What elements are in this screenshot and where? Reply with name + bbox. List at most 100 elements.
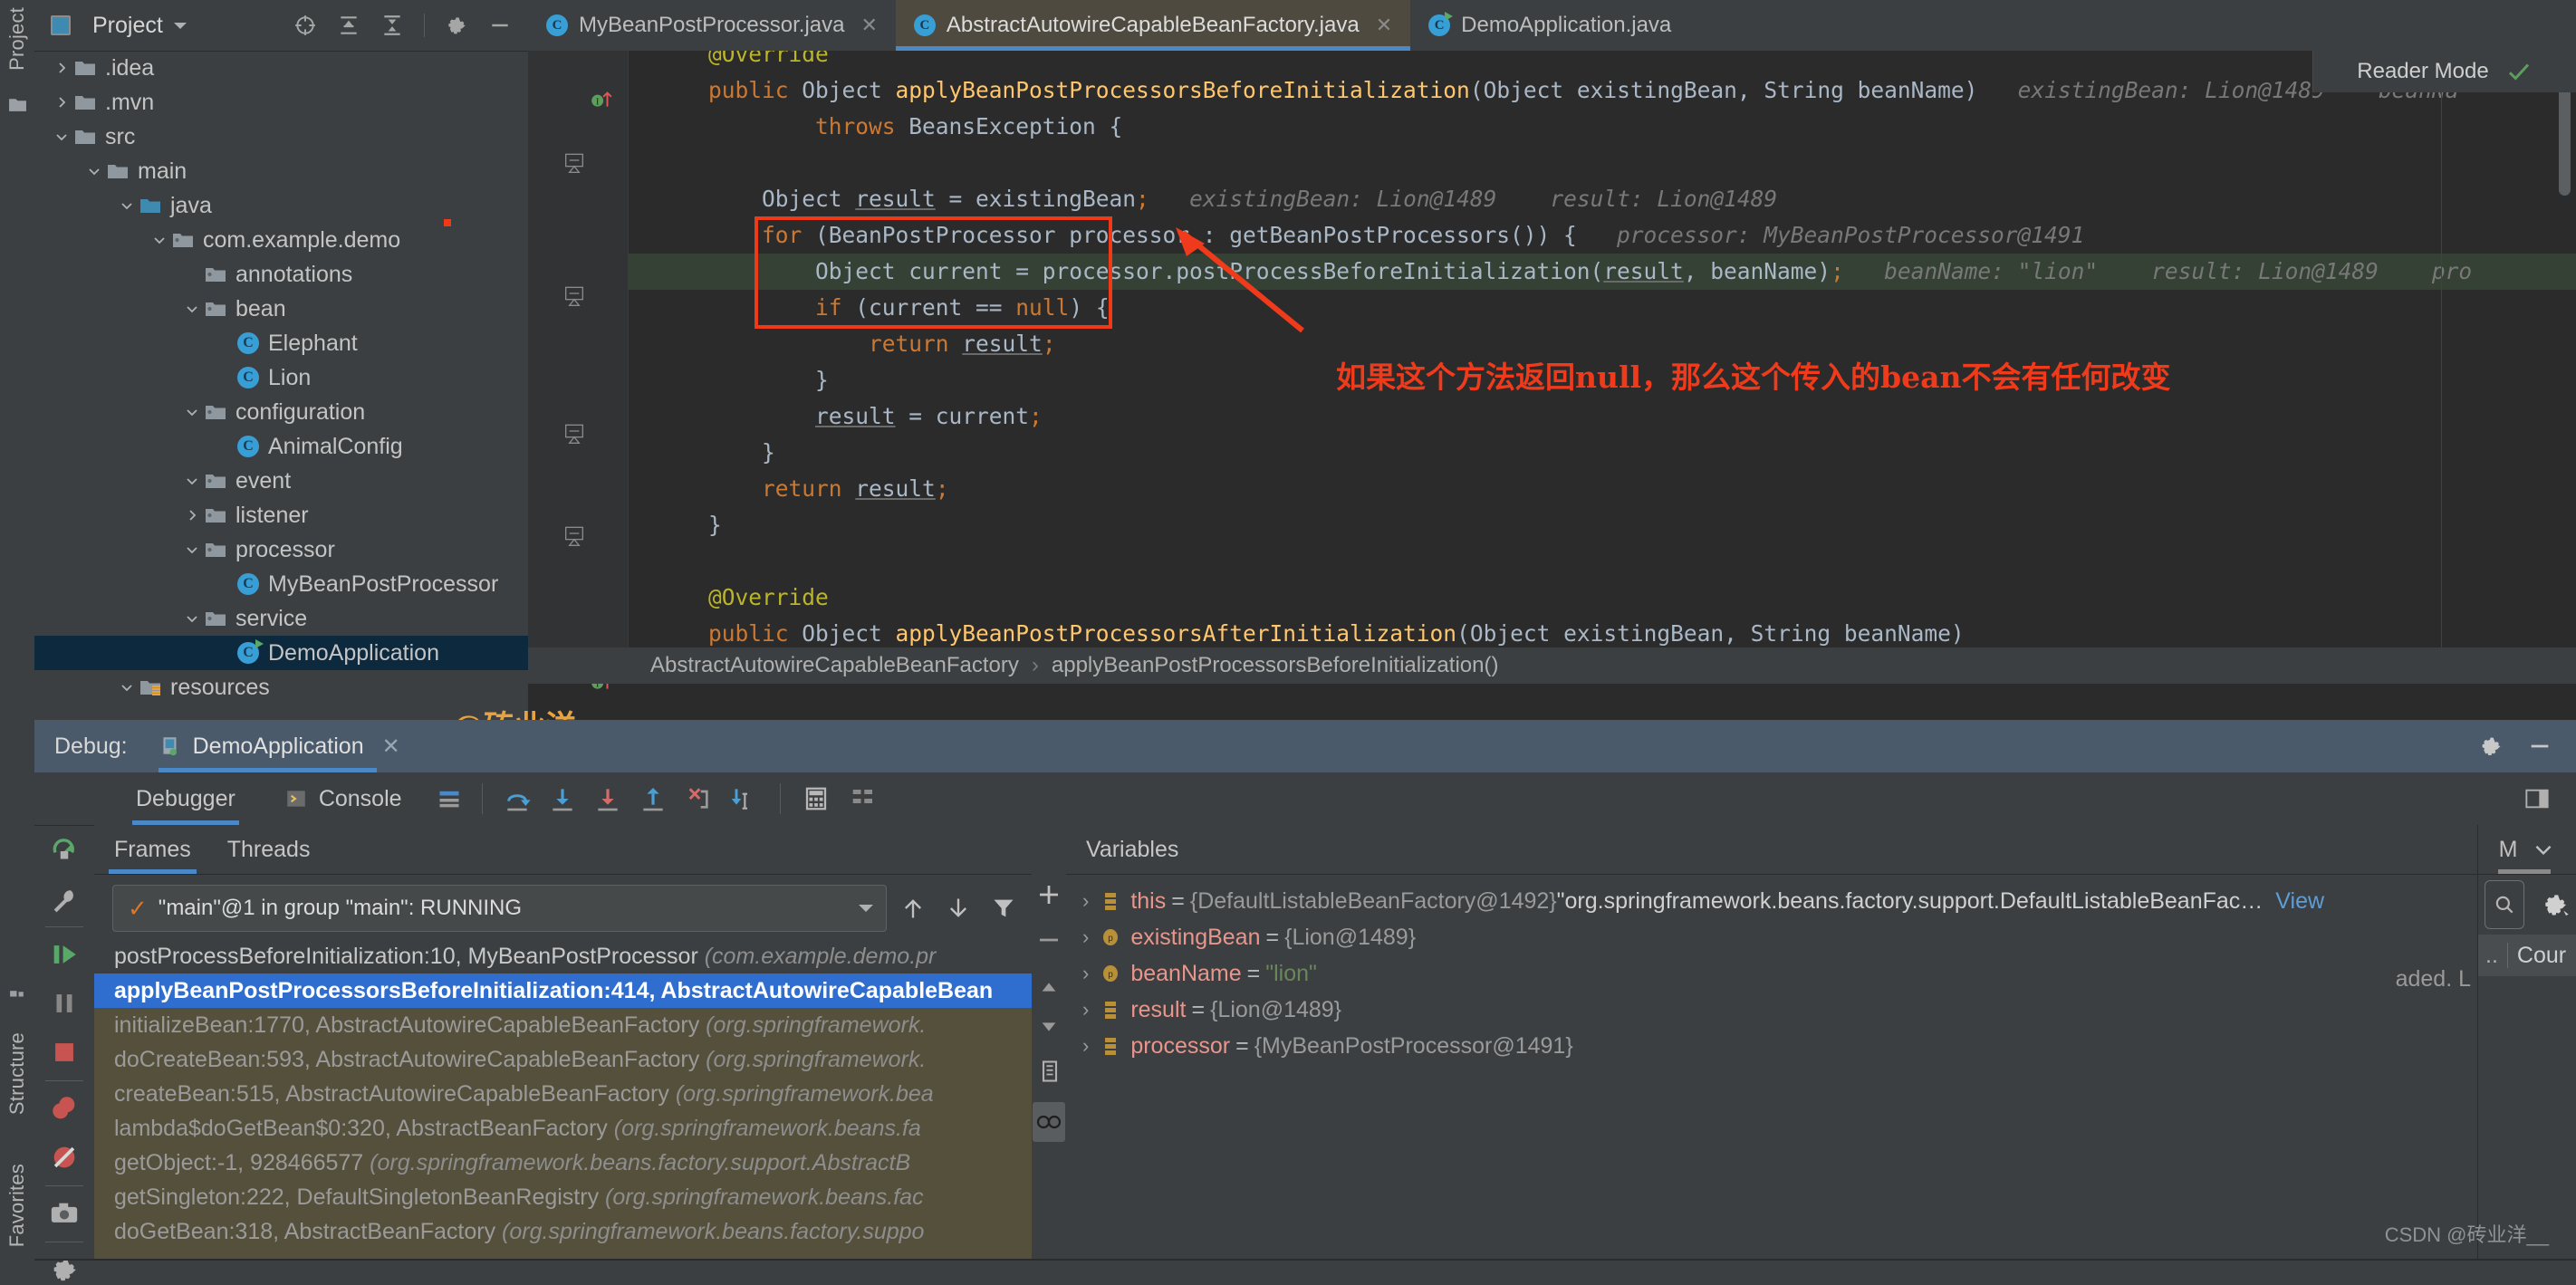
code-line-14[interactable] [628,543,2576,580]
rail-button-project[interactable]: Project [5,7,29,71]
chevron-right-icon[interactable]: › [1082,955,1089,992]
drop-frame-icon[interactable] [684,784,713,813]
search-input[interactable] [2485,880,2524,929]
frame-row[interactable]: initializeBean:1770, AbstractAutowireCap… [94,1008,1032,1042]
tree-node-demoapplication[interactable]: C DemoApplication [34,636,528,670]
editor-tab-1[interactable]: C AbstractAutowireCapableBeanFactory.java… [895,0,1411,51]
pause-icon[interactable] [49,988,80,1019]
frame-row[interactable]: doCreateBean:593, AbstractAutowireCapabl… [94,1042,1032,1077]
view-breakpoints-icon[interactable] [49,1093,80,1124]
tree-node-main[interactable]: main [34,154,528,188]
code-line-12[interactable]: return result; [628,471,2576,507]
chevron-down-icon[interactable] [185,611,199,626]
layout-icon[interactable] [437,786,462,811]
tree-node-service[interactable]: service [34,601,528,636]
overhead-tab[interactable]: M [2478,825,2576,875]
chevron-down-icon[interactable] [185,474,199,488]
fold-marker-icon[interactable] [564,526,584,548]
mute-breakpoints-icon[interactable] [850,785,877,812]
close-icon[interactable]: ✕ [382,734,400,760]
code-content[interactable]: @Override public Object applyBeanPostPro… [628,51,2576,647]
tree-node--idea[interactable]: .idea [34,51,528,85]
step-into-icon[interactable] [548,784,577,813]
chevron-right-icon[interactable]: › [1082,919,1089,955]
tree-node-java[interactable]: java [34,188,528,223]
arrow-down-icon[interactable] [946,895,971,922]
editor-tab-0[interactable]: C MyBeanPostProcessor.java ✕ [528,0,896,51]
chevron-down-icon[interactable] [173,22,187,29]
tree-node-elephant[interactable]: C Elephant [34,326,528,360]
fold-marker-icon[interactable] [564,424,584,446]
fold-marker-icon[interactable] [564,153,584,175]
frame-row[interactable]: postProcessBeforeInitialization:10, MyBe… [94,939,1032,973]
close-icon[interactable]: ✕ [860,14,877,37]
remove-icon[interactable] [1035,926,1062,954]
tree-node-event[interactable]: event [34,464,528,498]
rail-button-structure[interactable]: Structure [5,1032,29,1115]
tree-node--mvn[interactable]: .mvn [34,85,528,120]
fold-marker-icon[interactable] [564,286,584,308]
chevron-right-icon[interactable]: › [1082,992,1089,1028]
gear-icon[interactable] [2478,734,2504,759]
code-line-16[interactable]: public Object applyBeanPostProcessorsAft… [628,616,2576,647]
minimize-icon[interactable] [488,14,512,37]
view-link[interactable]: View [2275,883,2324,919]
code-line-11[interactable]: } [628,435,2576,471]
variable-row[interactable]: › p beanName = "lion" [1066,955,2478,992]
watches-toggle[interactable] [1033,1102,1065,1142]
project-tree[interactable]: .idea .mvn src main java com.example.demo anno… [34,51,528,720]
chevron-right-icon[interactable] [185,508,199,523]
tab-threads[interactable]: Threads [227,825,311,874]
stop-icon[interactable] [49,1037,80,1068]
editor-tab-bar[interactable]: C MyBeanPostProcessor.java ✕ C AbstractAutow… [528,0,2576,51]
screenshot-icon[interactable] [49,1198,80,1229]
breadcrumb-class[interactable]: AbstractAutowireCapableBeanFactory [650,653,1019,678]
scroll-down-icon[interactable] [1037,1017,1061,1037]
tree-node-animalconfig[interactable]: C AnimalConfig [34,429,528,464]
tree-node-listener[interactable]: listener [34,498,528,532]
tree-node-src[interactable]: src [34,120,528,154]
frame-row[interactable]: applyBeanPostProcessorsBeforeInitializat… [94,973,1032,1008]
chevron-down-icon[interactable] [54,129,69,144]
chevron-down-icon[interactable] [185,302,199,316]
gear-icon[interactable] [445,14,468,37]
mute-breakpoints-icon[interactable] [49,1142,80,1173]
tab-frames[interactable]: Frames [109,825,197,874]
code-line-2[interactable]: throws BeansException { [628,109,2576,145]
variable-row[interactable]: › this = {DefaultListableBeanFactory@1492} … [1066,883,2478,919]
chevron-right-icon[interactable]: › [1082,883,1089,919]
hide-icon[interactable] [2527,734,2552,759]
code-line-13[interactable]: } [628,507,2576,543]
tree-node-mybeanpostprocessor[interactable]: C MyBeanPostProcessor [34,567,528,601]
code-line-4[interactable]: Object result = existingBean; existingBe… [628,181,2576,217]
reader-mode-indicator[interactable]: Reader Mode [2312,51,2576,92]
evaluate-expression-icon[interactable] [803,785,830,812]
thread-selector[interactable]: ✓ "main"@1 in group "main": RUNNING [112,885,887,932]
rail-button-favorites[interactable]: Favorites [5,1164,29,1247]
variable-row[interactable]: › result = {Lion@1489} [1066,992,2478,1028]
code-line-15[interactable]: @Override [628,580,2576,616]
chevron-down-icon[interactable] [185,542,199,557]
editor-scrollbar[interactable] [2559,87,2571,196]
chevron-down-icon[interactable] [120,680,134,695]
frames-list[interactable]: postProcessBeforeInitialization:10, MyBe… [94,939,1032,1261]
override-marker-icon[interactable]: I [590,87,613,110]
step-out-icon[interactable] [639,784,668,813]
tab-debugger[interactable]: Debugger [132,772,239,825]
collapse-all-icon[interactable] [380,14,404,37]
frame-row[interactable]: createBean:515, AbstractAutowireCapableB… [94,1077,1032,1111]
tree-node-configuration[interactable]: configuration [34,395,528,429]
chevron-down-icon[interactable] [152,233,167,247]
editor-gutter[interactable]: I I [528,51,629,690]
variables-list[interactable]: › this = {DefaultListableBeanFactory@1492} … [1066,874,2478,1261]
settings-wrench-icon[interactable] [49,887,80,917]
step-over-icon[interactable] [503,784,532,813]
chevron-down-icon[interactable] [87,164,101,178]
add-icon[interactable] [1035,881,1062,908]
chevron-down-icon[interactable] [2532,838,2555,861]
variable-row[interactable]: › p existingBean = {Lion@1489} [1066,919,2478,955]
chevron-right-icon[interactable]: › [1082,1028,1089,1064]
force-step-into-icon[interactable] [593,784,622,813]
scroll-up-icon[interactable] [1037,977,1061,997]
chevron-down-icon[interactable] [859,905,873,912]
